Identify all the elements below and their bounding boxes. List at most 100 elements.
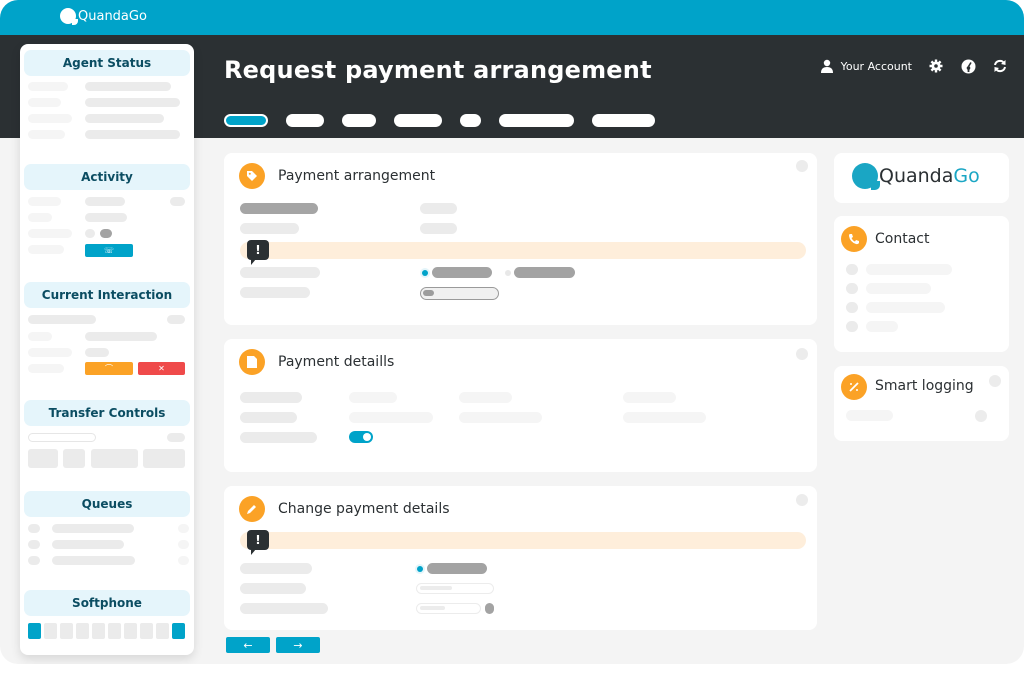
end-call-button[interactable]: ✕: [138, 362, 185, 375]
logo-text-quanda: Quanda: [879, 165, 954, 187]
input-value-placeholder: [420, 586, 452, 590]
progress-bar: [420, 287, 499, 300]
quandago-logo: Quanda Go: [852, 163, 980, 190]
user-icon: [819, 58, 835, 74]
step-4[interactable]: [394, 114, 442, 127]
placeholder: [846, 410, 893, 421]
softphone-key[interactable]: [44, 623, 57, 639]
toggle-switch[interactable]: [349, 431, 373, 443]
softphone-key[interactable]: [28, 623, 41, 639]
placeholder: [85, 348, 109, 357]
text-input[interactable]: [416, 603, 481, 614]
radio-selected[interactable]: [417, 566, 423, 572]
card-menu-dot[interactable]: [796, 494, 808, 506]
softphone-key[interactable]: [108, 623, 121, 639]
warning-banner: [240, 242, 806, 259]
radio-selected[interactable]: [422, 270, 428, 276]
queue-name[interactable]: [52, 540, 124, 549]
step-5[interactable]: [460, 114, 481, 127]
add-call-button[interactable]: ☏: [85, 244, 133, 257]
placeholder: [459, 412, 542, 423]
softphone-key[interactable]: [60, 623, 73, 639]
placeholder: [28, 82, 68, 91]
placeholder: [240, 583, 306, 594]
softphone-key[interactable]: [92, 623, 105, 639]
transfer-option-button[interactable]: [28, 449, 58, 468]
step-7[interactable]: [592, 114, 655, 127]
gear-icon[interactable]: [928, 58, 944, 74]
toggle-knob[interactable]: [100, 229, 112, 238]
previous-button[interactable]: ←: [226, 637, 270, 653]
card-menu-dot[interactable]: [796, 160, 808, 172]
transfer-option-button[interactable]: [91, 449, 138, 468]
next-button[interactable]: →: [276, 637, 320, 653]
transfer-input[interactable]: [28, 433, 96, 442]
placeholder: [85, 114, 164, 123]
section-queues: Queues: [24, 491, 190, 517]
text-input[interactable]: [416, 583, 494, 594]
softphone-key[interactable]: [140, 623, 153, 639]
transfer-option-button[interactable]: [143, 449, 185, 468]
toggle-off-track[interactable]: [85, 229, 95, 238]
radio-label: [427, 563, 487, 574]
card-title: Smart logging: [875, 378, 974, 394]
top-bar: QuandaGo: [0, 0, 1024, 35]
brand-name: QuandaGo: [78, 8, 147, 24]
queue-count: [178, 556, 189, 565]
refresh-icon[interactable]: [992, 58, 1008, 74]
placeholder: [85, 213, 127, 222]
placeholder: [28, 197, 61, 206]
card-menu-dot[interactable]: [989, 375, 1001, 387]
contact-field-icon: [846, 283, 858, 294]
queue-name[interactable]: [52, 556, 135, 565]
queue-count: [178, 524, 189, 533]
softphone-key[interactable]: [76, 623, 89, 639]
step-indicator: [224, 114, 655, 127]
softphone-key[interactable]: [156, 623, 169, 639]
placeholder: [167, 433, 185, 442]
input-value-placeholder: [420, 606, 445, 610]
placeholder: [240, 203, 318, 214]
placeholder: [240, 223, 299, 234]
quandago-logo-icon: [852, 163, 880, 190]
softphone-key[interactable]: [172, 623, 185, 639]
placeholder: [240, 392, 302, 403]
card-title: Contact: [875, 231, 930, 247]
queue-status-dot: [28, 556, 40, 565]
radio-unselected[interactable]: [505, 270, 511, 276]
dashboard-icon[interactable]: [960, 58, 976, 74]
radio-label: [432, 267, 492, 278]
transfer-option-button[interactable]: [63, 449, 85, 468]
placeholder: [349, 412, 433, 423]
placeholder: [85, 332, 157, 341]
your-account-button[interactable]: Your Account: [819, 58, 912, 74]
placeholder: [85, 98, 180, 107]
card-menu-dot[interactable]: [796, 348, 808, 360]
document-icon: [239, 349, 265, 375]
placeholder: [623, 392, 676, 403]
placeholder: [240, 563, 312, 574]
step-3[interactable]: [342, 114, 376, 127]
softphone-key[interactable]: [124, 623, 137, 639]
placeholder: [623, 412, 706, 423]
step-1[interactable]: [224, 114, 268, 127]
exclamation-icon: !: [247, 530, 269, 555]
hangup-icon: ⌒: [105, 364, 113, 373]
placeholder: [28, 229, 72, 238]
phone-off-icon: ✕: [158, 364, 165, 373]
card-payment-arrangement: Payment arrangement !: [224, 153, 817, 325]
tag-icon: [239, 163, 265, 189]
step-6[interactable]: [499, 114, 574, 127]
input-action-button[interactable]: [485, 603, 494, 614]
brand-logo: QuandaGo: [60, 8, 147, 25]
queue-name[interactable]: [52, 524, 134, 533]
contact-field: [866, 283, 931, 294]
hold-call-button[interactable]: ⌒: [85, 362, 133, 375]
card-smart-logging: Smart logging: [834, 366, 1009, 441]
step-2[interactable]: [286, 114, 324, 127]
placeholder: [28, 348, 72, 357]
log-action-dot[interactable]: [975, 410, 987, 422]
placeholder: [240, 287, 310, 298]
progress-fill: [423, 290, 434, 296]
account-label: Your Account: [840, 59, 912, 73]
